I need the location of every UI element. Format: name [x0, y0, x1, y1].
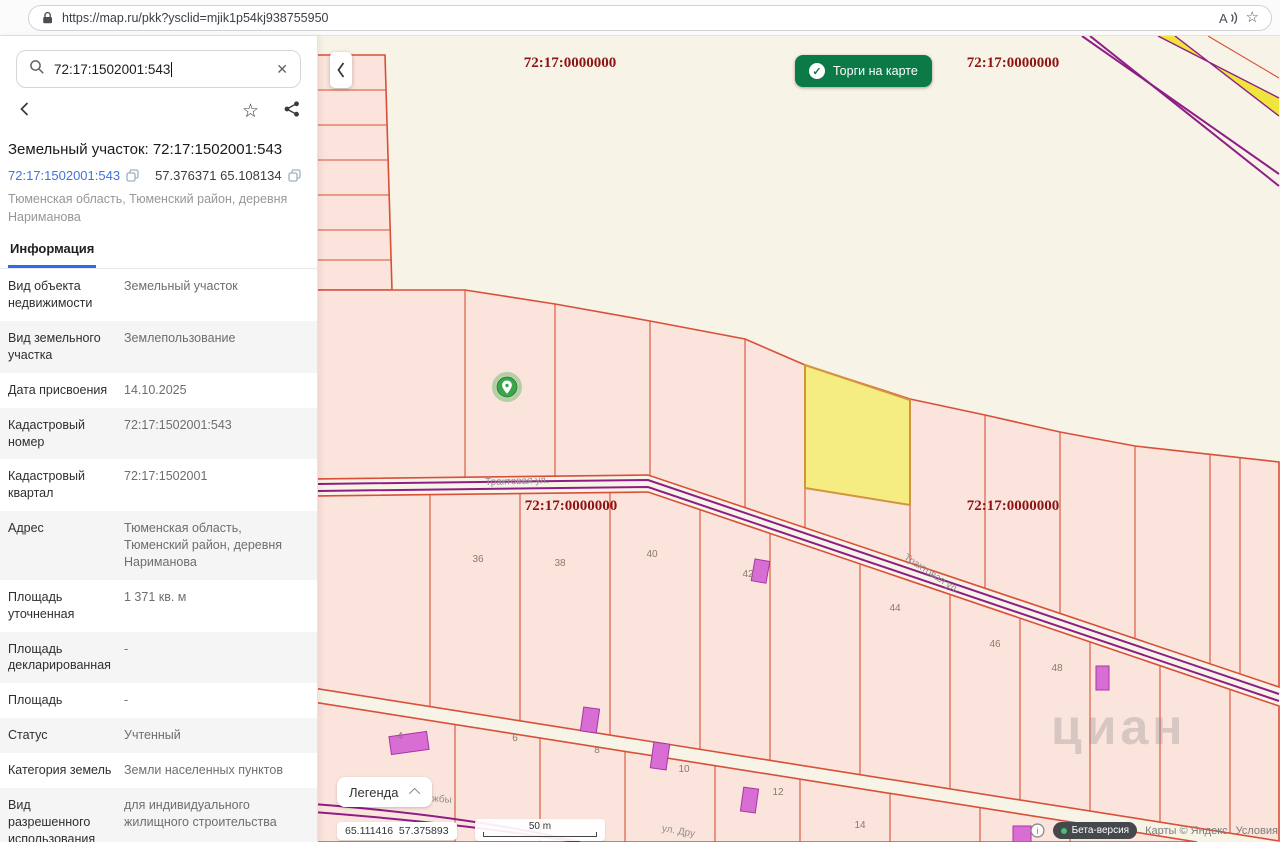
map-attribution: i Бета-версия Карты © Яндекс Условия	[1030, 822, 1278, 839]
info-icon[interactable]: i	[1030, 823, 1045, 838]
terms-link[interactable]: Условия	[1236, 825, 1278, 837]
yandex-attribution-link[interactable]: Карты © Яндекс	[1145, 825, 1228, 837]
url-text[interactable]: https://map.ru/pkk?ysclid=mjik1p54kj9387…	[62, 11, 1210, 25]
table-row: Вид объекта недвижимостиЗемельный участо…	[0, 269, 317, 321]
text-caret	[171, 62, 172, 77]
browser-toolbar: https://map.ru/pkk?ysclid=mjik1p54kj9387…	[0, 0, 1280, 36]
svg-text:48: 48	[1051, 663, 1063, 674]
cadastral-number-link[interactable]: 72:17:1502001:543	[8, 168, 120, 183]
cursor-coordinates: 65.111416 57.375893	[337, 822, 457, 840]
cadastral-code-row: 72:17:1502001:543 57.376371 65.108134	[8, 168, 309, 183]
svg-text:44: 44	[889, 603, 901, 614]
svg-text:14: 14	[854, 820, 866, 831]
beta-badge: Бета-версия	[1053, 822, 1137, 839]
svg-text:72:17:0000000: 72:17:0000000	[967, 498, 1060, 514]
svg-text:6: 6	[512, 733, 518, 744]
table-row: Категория земельЗемли населенных пунктов	[0, 753, 317, 788]
check-icon: ✓	[809, 63, 825, 79]
svg-text:72:17:0000000: 72:17:0000000	[525, 498, 618, 514]
sidebar-nav-row: ☆	[0, 88, 317, 127]
svg-text:i: i	[1036, 826, 1038, 837]
table-row: Площадь уточненная1 371 кв. м	[0, 580, 317, 632]
torgi-on-map-button[interactable]: ✓ Торги на карте	[795, 55, 932, 87]
svg-text:42: 42	[742, 569, 754, 580]
app-window: https://map.ru/pkk?ysclid=mjik1p54kj9387…	[0, 0, 1280, 842]
table-row: АдресТюменская область, Тюменский район,…	[0, 511, 317, 580]
table-row: Кадастровый квартал72:17:1502001	[0, 459, 317, 511]
back-icon[interactable]	[16, 100, 34, 123]
copy-cadastral-icon[interactable]	[126, 169, 139, 182]
selected-parcel-marker-icon	[494, 374, 520, 400]
table-row: Дата присвоения14.10.2025	[0, 373, 317, 408]
favorites-star-icon[interactable]: ☆	[1246, 10, 1259, 25]
svg-text:36: 36	[472, 554, 484, 565]
svg-text:4: 4	[397, 731, 403, 742]
lock-icon[interactable]	[41, 11, 54, 24]
table-row: Вид земельного участкаЗемлепользование	[0, 321, 317, 373]
search-value[interactable]: 72:17:1502001:543	[54, 62, 267, 77]
beta-dot-icon	[1061, 828, 1067, 834]
map-scale: 50 m	[475, 819, 605, 841]
collapse-sidebar-button[interactable]	[330, 52, 352, 88]
address-bar[interactable]: https://map.ru/pkk?ysclid=mjik1p54kj9387…	[28, 5, 1272, 31]
parcel-address: Тюменская область, Тюменский район, дере…	[8, 190, 300, 226]
table-row: Вид разрешенного использованиядля индиви…	[0, 788, 317, 842]
svg-text:8: 8	[594, 745, 600, 756]
map-canvas[interactable]: циан 72:17:0000000 72:17:0000000 72:17:0…	[318, 36, 1280, 842]
svg-text:12: 12	[772, 787, 784, 798]
table-row: Кадастровый номер72:17:1502001:543	[0, 408, 317, 460]
read-aloud-icon[interactable]: A	[1218, 10, 1238, 26]
svg-text:38: 38	[554, 558, 566, 569]
chevron-up-icon	[409, 788, 420, 799]
legend-button[interactable]: Легенда	[337, 777, 432, 807]
sidebar-panel: 72:17:1502001:543 ✕ ☆ Земельны	[0, 36, 318, 842]
svg-text:A: A	[1219, 11, 1228, 26]
scale-bar	[483, 832, 597, 837]
svg-text:72:17:0000000: 72:17:0000000	[524, 55, 617, 71]
table-row: СтатусУчтенный	[0, 718, 317, 753]
chevron-left-icon	[334, 59, 348, 81]
table-row: Площадь-	[0, 683, 317, 718]
table-row: Площадь декларированная-	[0, 632, 317, 684]
tab-bar: Информация	[0, 240, 317, 269]
tab-information[interactable]: Информация	[8, 241, 96, 268]
svg-text:10: 10	[678, 764, 690, 775]
copy-coordinates-icon[interactable]	[288, 169, 301, 182]
cian-watermark: циан	[1051, 699, 1186, 755]
favorite-star-icon[interactable]: ☆	[242, 102, 259, 121]
svg-text:Трактовая ул.: Трактовая ул.	[485, 475, 549, 488]
search-icon	[29, 59, 45, 80]
svg-text:46: 46	[989, 639, 1001, 650]
svg-text:72:17:0000000: 72:17:0000000	[967, 55, 1060, 71]
parcel-coordinates: 57.376371 65.108134	[155, 168, 282, 183]
search-input[interactable]: 72:17:1502001:543 ✕	[16, 50, 301, 88]
share-icon[interactable]	[283, 100, 301, 123]
clear-search-icon[interactable]: ✕	[276, 61, 288, 78]
page-title: Земельный участок: 72:17:1502001:543	[8, 141, 309, 158]
properties-table: Вид объекта недвижимостиЗемельный участо…	[0, 269, 317, 842]
svg-text:40: 40	[646, 549, 658, 560]
